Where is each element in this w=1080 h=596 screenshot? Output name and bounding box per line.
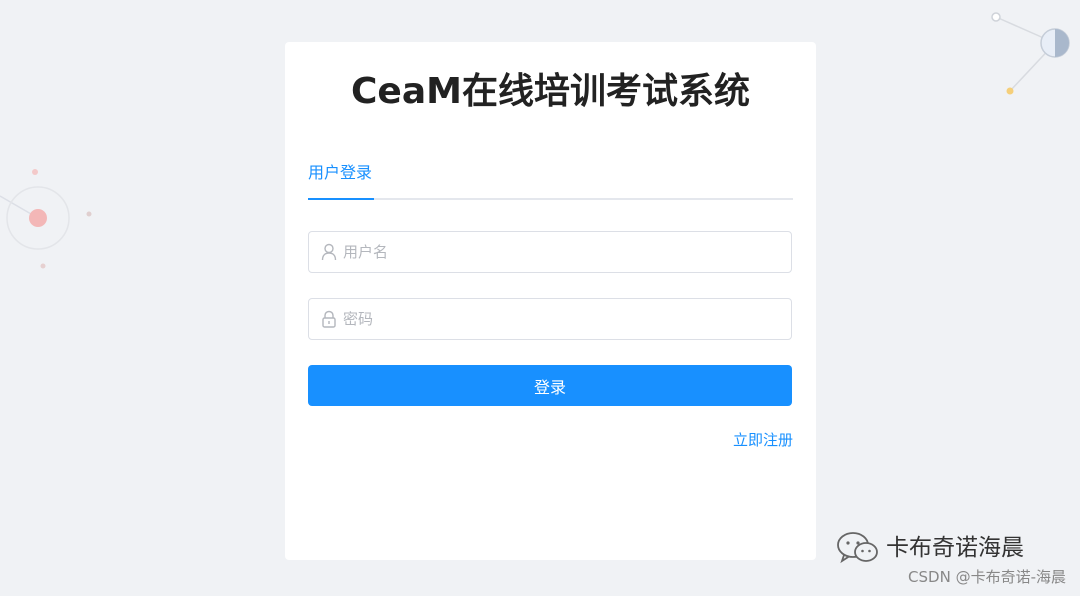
tab-user-login-label: 用户登录 [308, 163, 373, 182]
username-input[interactable] [343, 232, 783, 272]
wechat-icon [837, 532, 878, 564]
login-tabs: 用户登录 [308, 160, 793, 200]
page-title: CeaM在线培训考试系统 [351, 71, 750, 112]
decorative-molecule-left [0, 169, 92, 269]
password-field[interactable] [308, 298, 792, 340]
lock-icon [322, 310, 336, 328]
username-field[interactable] [308, 231, 792, 273]
watermark-author: 卡布奇诺海晨 [886, 535, 1024, 561]
watermark-csdn: CSDN @卡布奇诺-海晨 [908, 568, 1066, 586]
active-tab-indicator [308, 198, 374, 200]
tab-user-login[interactable]: 用户登录 [308, 160, 374, 200]
register-link[interactable]: 立即注册 [733, 429, 793, 450]
password-input[interactable] [343, 299, 783, 339]
login-button[interactable]: 登录 [308, 365, 792, 406]
user-icon [321, 243, 337, 261]
login-card: CeaM在线培训考试系统 用户登录 登录 立即注册 [285, 42, 816, 560]
decorative-molecule-right [991, 12, 1070, 95]
